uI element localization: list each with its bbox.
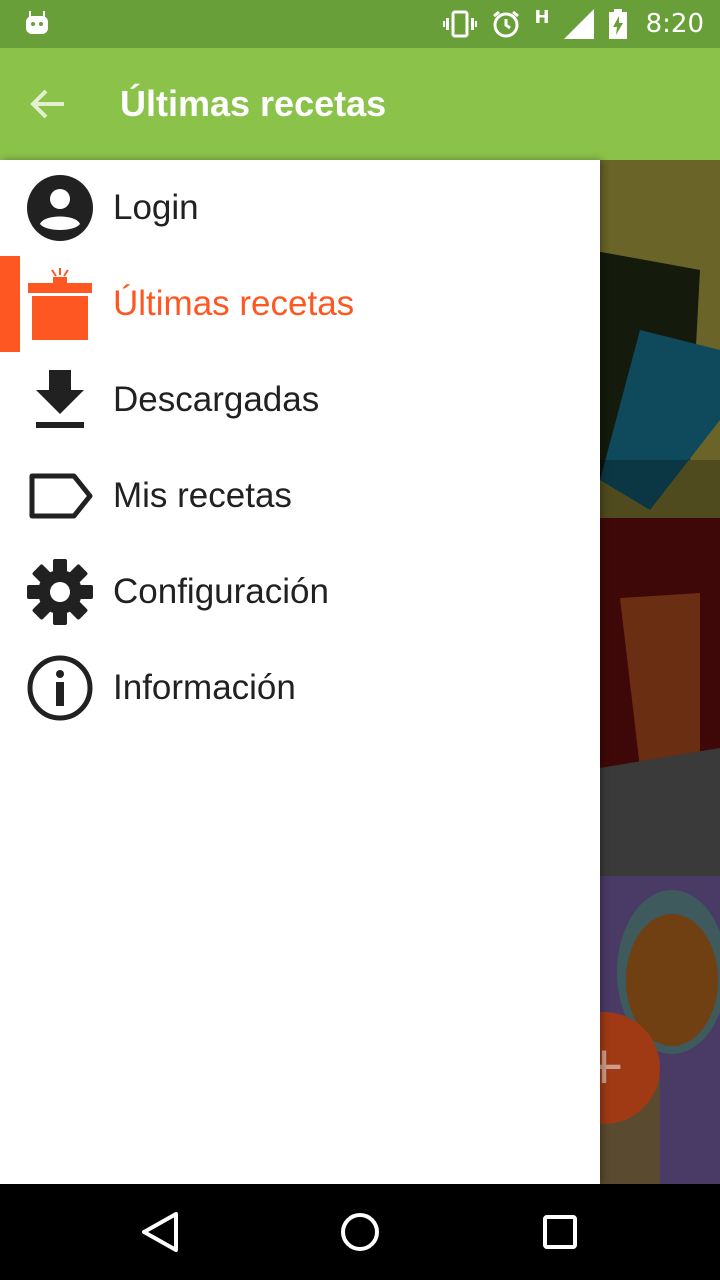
clock: 8:20 bbox=[645, 9, 704, 39]
status-icons: H 8:20 bbox=[442, 0, 704, 48]
nav-recents-button[interactable] bbox=[536, 1208, 584, 1256]
navigation-drawer: Login Últimas recetas Descargadas Mis re… bbox=[0, 160, 600, 1184]
drawer-item-label: Configuración bbox=[113, 572, 329, 611]
back-button[interactable] bbox=[24, 80, 72, 128]
android-icon bbox=[26, 11, 48, 34]
gift-box-icon bbox=[24, 268, 96, 340]
drawer-item-label: Información bbox=[113, 668, 296, 707]
info-icon bbox=[24, 654, 96, 722]
status-bar: H 8:20 bbox=[0, 0, 720, 48]
drawer-item-label: Últimas recetas bbox=[113, 284, 355, 323]
download-icon bbox=[24, 366, 96, 434]
recents-square-icon bbox=[543, 1215, 577, 1249]
active-indicator bbox=[0, 256, 20, 352]
back-triangle-icon bbox=[142, 1212, 178, 1252]
signal-icon bbox=[563, 9, 594, 39]
label-tag-icon bbox=[24, 462, 96, 530]
vibrate-icon bbox=[442, 10, 477, 38]
drawer-item-label: Mis recetas bbox=[113, 476, 292, 515]
drawer-item-informacion[interactable]: Información bbox=[0, 640, 600, 736]
nav-home-button[interactable] bbox=[336, 1208, 384, 1256]
alarm-icon bbox=[492, 10, 519, 38]
drawer-item-ultimas-recetas[interactable]: Últimas recetas bbox=[0, 256, 600, 352]
page-title: Últimas recetas bbox=[120, 83, 387, 124]
drawer-item-login[interactable]: Login bbox=[0, 160, 600, 256]
drawer-item-configuracion[interactable]: Configuración bbox=[0, 544, 600, 640]
app-bar: Últimas recetas bbox=[0, 48, 720, 160]
arrow-back-icon bbox=[30, 89, 64, 119]
account-circle-icon bbox=[24, 174, 96, 242]
nav-back-button[interactable] bbox=[136, 1208, 184, 1256]
network-type-label: H bbox=[534, 6, 550, 28]
drawer-item-mis-recetas[interactable]: Mis recetas bbox=[0, 448, 600, 544]
battery-charging-icon bbox=[608, 9, 627, 39]
screen: H 8:20 Últimas recetas + Login Últimas r… bbox=[0, 0, 720, 1280]
system-nav-bar bbox=[0, 1184, 720, 1280]
home-circle-icon bbox=[341, 1213, 379, 1251]
drawer-item-label: Login bbox=[113, 188, 199, 227]
drawer-item-descargadas[interactable]: Descargadas bbox=[0, 352, 600, 448]
drawer-item-label: Descargadas bbox=[113, 380, 320, 419]
gear-icon bbox=[24, 558, 96, 626]
